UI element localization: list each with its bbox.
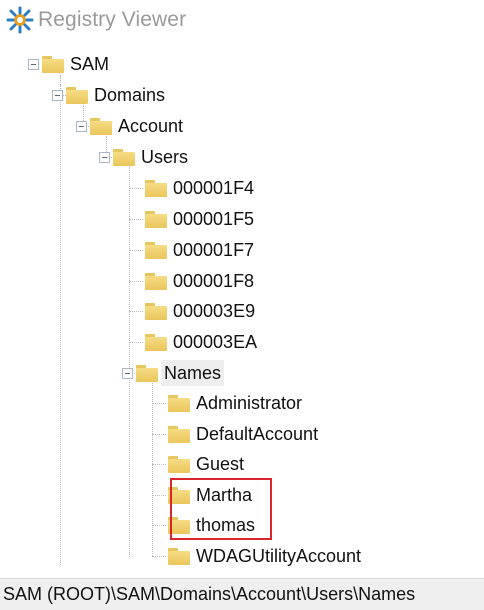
folder-icon — [145, 302, 167, 320]
folder-icon — [42, 55, 64, 73]
registry-tree[interactable]: SAM Domains Account Users 000001F4 00000… — [0, 40, 484, 570]
window-title: Registry Viewer — [38, 8, 187, 31]
collapse-icon[interactable] — [52, 89, 63, 101]
collapse-icon[interactable] — [76, 120, 87, 132]
tree-node-user-key[interactable]: 000003E9 — [145, 296, 258, 326]
collapse-icon[interactable] — [99, 151, 110, 163]
tree-node-label: SAM — [70, 54, 110, 74]
tree-node-label: Guest — [196, 454, 245, 474]
registry-viewer-icon — [6, 6, 34, 34]
tree-node-label: Martha — [196, 485, 253, 505]
tree-node-user-key[interactable]: 000001F7 — [145, 235, 257, 265]
folder-icon — [168, 455, 190, 473]
tree-node-label: 000003EA — [173, 332, 258, 352]
tree-node-label: Account — [118, 116, 184, 136]
collapse-icon[interactable] — [122, 367, 133, 379]
folder-icon — [113, 148, 135, 166]
folder-icon — [136, 364, 158, 382]
folder-icon — [145, 210, 167, 228]
tree-node-user-key[interactable]: 000001F4 — [145, 173, 257, 203]
registry-viewer-window: Registry Viewer SAM Domains Account User… — [0, 0, 484, 610]
tree-node-label: Users — [141, 147, 189, 167]
tree-node-user-key[interactable]: 000001F5 — [145, 204, 257, 234]
folder-icon — [168, 425, 190, 443]
tree-node-label: DefaultAccount — [196, 424, 319, 444]
folder-icon — [90, 117, 112, 135]
tree-node-name-entry[interactable]: thomas — [168, 510, 258, 540]
folder-icon — [145, 272, 167, 290]
tree-node-name-entry[interactable]: DefaultAccount — [168, 419, 321, 449]
tree-node-label: 000001F7 — [173, 240, 255, 260]
tree-node-name-entry[interactable]: Martha — [168, 480, 255, 510]
tree-node-label: thomas — [196, 515, 256, 535]
status-bar: SAM (ROOT)\SAM\Domains\Account\Users\Nam… — [0, 578, 484, 610]
tree-node-label: Administrator — [196, 393, 303, 413]
tree-node-name-entry[interactable]: Administrator — [168, 388, 305, 418]
folder-icon — [145, 179, 167, 197]
tree-node-user-key[interactable]: 000001F8 — [145, 266, 257, 296]
tree-node-label: Domains — [94, 85, 166, 105]
status-path: SAM (ROOT)\SAM\Domains\Account\Users\Nam… — [3, 584, 416, 604]
folder-icon — [168, 394, 190, 412]
folder-icon — [66, 86, 88, 104]
folder-icon — [168, 516, 190, 534]
tree-node-label: WDAGUtilityAccount — [196, 546, 362, 566]
folder-icon — [145, 333, 167, 351]
collapse-icon[interactable] — [28, 58, 39, 70]
folder-icon — [145, 241, 167, 259]
folder-icon — [168, 486, 190, 504]
tree-node-names[interactable]: Names — [122, 358, 225, 388]
tree-node-label: 000001F8 — [173, 271, 255, 291]
tree-node-name-entry[interactable]: WDAGUtilityAccount — [168, 541, 364, 570]
tree-node-domains[interactable]: Domains — [52, 80, 168, 110]
tree-node-label: Names — [161, 360, 225, 386]
tree-node-sam[interactable]: SAM — [28, 49, 112, 79]
tree-node-name-entry[interactable]: Guest — [168, 449, 247, 479]
tree-node-users[interactable]: Users — [99, 142, 191, 172]
tree-node-label: 000001F5 — [173, 209, 255, 229]
tree-node-label: 000003E9 — [173, 301, 256, 321]
tree-node-user-key[interactable]: 000003EA — [145, 327, 260, 357]
tree-node-account[interactable]: Account — [76, 111, 186, 141]
tree-node-label: 000001F4 — [173, 178, 255, 198]
folder-icon — [168, 547, 190, 565]
title-bar: Registry Viewer — [0, 0, 484, 40]
